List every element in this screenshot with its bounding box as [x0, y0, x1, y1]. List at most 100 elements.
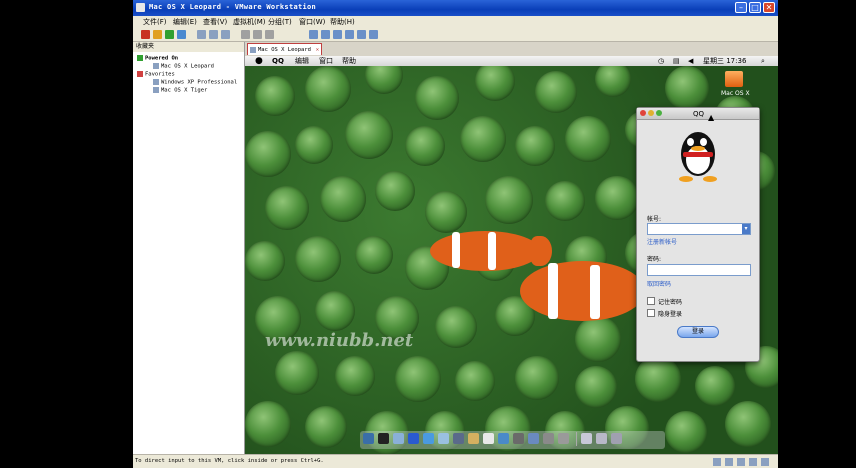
- qq-penguin-logo: [675, 132, 721, 184]
- mac-clock[interactable]: 星期三 17:36: [703, 56, 746, 66]
- tab-close-icon[interactable]: ✕: [316, 44, 319, 56]
- anemone-shape: [245, 401, 291, 447]
- close-light-icon[interactable]: [640, 110, 646, 116]
- cdrom-status-icon[interactable]: [725, 458, 733, 466]
- dashboard-icon[interactable]: [393, 433, 404, 444]
- finder-icon[interactable]: [363, 433, 374, 444]
- documents-stack-icon[interactable]: [581, 433, 592, 444]
- reset-icon[interactable]: [177, 30, 186, 39]
- preview-icon[interactable]: [483, 433, 494, 444]
- anemone-shape: [245, 241, 285, 281]
- network-status-icon[interactable]: [737, 458, 745, 466]
- summary-icon[interactable]: [265, 30, 274, 39]
- menu-view[interactable]: 查看(V): [203, 17, 227, 27]
- anemone-shape: [695, 366, 735, 406]
- thumbnails-icon[interactable]: [345, 30, 354, 39]
- fit-guest-icon[interactable]: [357, 30, 366, 39]
- mail-icon[interactable]: [408, 433, 419, 444]
- volume-icon[interactable]: ◀: [688, 56, 693, 66]
- ichat-icon[interactable]: [438, 433, 449, 444]
- anemone-shape: [515, 356, 559, 400]
- anemone-shape: [320, 176, 366, 222]
- menu-team[interactable]: 分组(T): [268, 17, 292, 27]
- forgot-password-link[interactable]: 取回密码: [647, 279, 671, 288]
- tree-item-mac-leopard[interactable]: Mac OS X Leopard: [153, 63, 214, 70]
- menu-help[interactable]: 帮助(H): [330, 17, 355, 27]
- mac-menu-help[interactable]: 帮助: [342, 56, 356, 66]
- mac-dock: [360, 431, 665, 449]
- spaces-icon[interactable]: [528, 433, 539, 444]
- mouse-cursor-icon: ▲: [708, 113, 715, 122]
- mac-menu-bar: ● QQ 编辑 窗口 帮助 ◷ ▤ ◀ 星期三 17:36 ⌕: [245, 56, 778, 66]
- vmware-app-icon: [136, 3, 145, 12]
- mac-menu-qq[interactable]: QQ: [272, 56, 284, 66]
- maximize-button[interactable]: □: [749, 2, 761, 13]
- account-dropdown-icon[interactable]: ▾: [742, 224, 750, 234]
- guest-screen[interactable]: ● QQ 编辑 窗口 帮助 ◷ ▤ ◀ 星期三 17:36 ⌕ Mac OS X…: [245, 56, 778, 454]
- remember-password-checkbox[interactable]: [647, 297, 655, 305]
- anemone-shape: [665, 411, 707, 453]
- anemone-shape: [415, 76, 459, 120]
- anemone-shape: [545, 181, 585, 221]
- anemone-shape: [535, 71, 577, 113]
- revert-icon[interactable]: [209, 30, 218, 39]
- menu-edit[interactable]: 编辑(E): [173, 17, 197, 27]
- tree-group-favorites[interactable]: Favorites: [137, 71, 175, 78]
- apple-icon[interactable]: ●: [255, 56, 263, 66]
- mac-menu-edit[interactable]: 编辑: [295, 56, 309, 66]
- tree-group-powered-on[interactable]: Powered On: [137, 55, 178, 62]
- downloads-stack-icon[interactable]: [596, 433, 607, 444]
- time-machine-icon[interactable]: ◷: [658, 56, 664, 66]
- quick-switch-icon[interactable]: [253, 30, 262, 39]
- qq-icon[interactable]: [378, 433, 389, 444]
- anemone-shape: [315, 291, 355, 331]
- minimize-button[interactable]: –: [735, 2, 747, 13]
- system-prefs-icon[interactable]: [558, 433, 569, 444]
- spotlight-icon[interactable]: ⌕: [761, 56, 765, 66]
- sound-status-icon[interactable]: [761, 458, 769, 466]
- qq-title-bar[interactable]: QQ: [637, 108, 759, 120]
- vm-icon: [153, 79, 159, 85]
- qq-window-title: QQ: [693, 110, 705, 118]
- tree-item-mac-tiger[interactable]: Mac OS X Tiger: [153, 87, 207, 94]
- tab-mac-leopard[interactable]: Mac OS X Leopard ✕: [247, 43, 322, 55]
- menu-vm[interactable]: 虚拟机(M): [233, 17, 266, 27]
- password-field[interactable]: [647, 264, 751, 276]
- hard-drive-icon[interactable]: [725, 71, 743, 87]
- status-text: To direct input to this VM, click inside…: [135, 458, 324, 464]
- power-on-icon[interactable]: [165, 30, 174, 39]
- sidebar-toggle-icon[interactable]: [321, 30, 330, 39]
- invisible-login-checkbox[interactable]: [647, 309, 655, 317]
- trash-icon[interactable]: [611, 433, 622, 444]
- fit-window-icon[interactable]: [369, 30, 378, 39]
- anemone-shape: [255, 76, 295, 116]
- snapshot-icon[interactable]: [197, 30, 206, 39]
- zoom-light-icon[interactable]: [656, 110, 662, 116]
- ical-icon[interactable]: [468, 433, 479, 444]
- close-button[interactable]: ✕: [763, 2, 775, 13]
- anemone-shape: [295, 236, 341, 282]
- safari-icon[interactable]: [423, 433, 434, 444]
- register-link[interactable]: 注册新帐号: [647, 237, 677, 246]
- hdd-status-icon[interactable]: [713, 458, 721, 466]
- account-field[interactable]: ▾: [647, 223, 751, 235]
- minimize-light-icon[interactable]: [648, 110, 654, 116]
- title-bar[interactable]: Mac OS X Leopard - VMware Workstation – …: [133, 0, 778, 16]
- snapshot-manager-icon[interactable]: [221, 30, 230, 39]
- power-off-icon[interactable]: [141, 30, 150, 39]
- menu-windows[interactable]: 窗口(W): [299, 17, 325, 27]
- addressbook-icon[interactable]: [453, 433, 464, 444]
- time-machine-dock-icon[interactable]: [543, 433, 554, 444]
- login-button[interactable]: 登录: [677, 326, 719, 338]
- tabs-toggle-icon[interactable]: [333, 30, 342, 39]
- console-view-icon[interactable]: [309, 30, 318, 39]
- tree-item-windows-xp[interactable]: Windows XP Professional: [153, 79, 237, 86]
- suspend-icon[interactable]: [153, 30, 162, 39]
- mac-menu-window[interactable]: 窗口: [319, 56, 333, 66]
- menu-file[interactable]: 文件(F): [143, 17, 167, 27]
- usb-status-icon[interactable]: [749, 458, 757, 466]
- itunes-icon[interactable]: [498, 433, 509, 444]
- iphoto-icon[interactable]: [513, 433, 524, 444]
- full-screen-icon[interactable]: [241, 30, 250, 39]
- flag-icon[interactable]: ▤: [673, 56, 680, 66]
